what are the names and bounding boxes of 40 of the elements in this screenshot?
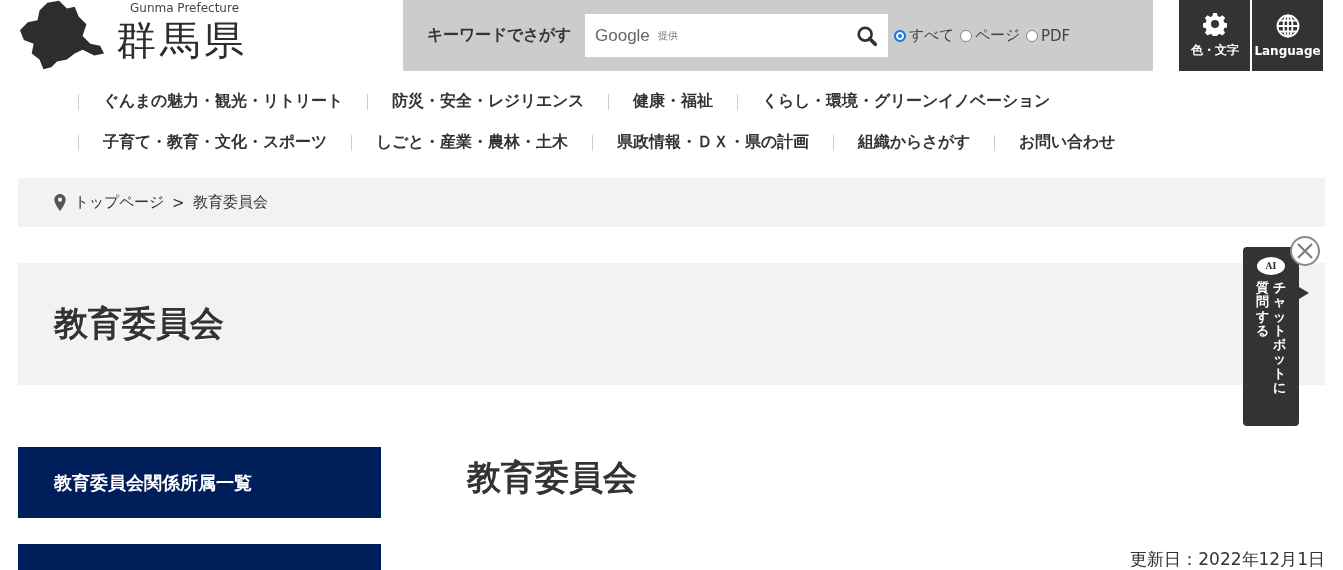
content-heading: 教育委員会 bbox=[467, 456, 638, 499]
tab-pointer bbox=[1299, 287, 1309, 299]
gear-icon bbox=[1202, 12, 1227, 36]
search-field[interactable]: Google 提供 bbox=[585, 14, 888, 57]
updated-date: 更新日：2022年12月1日 bbox=[1130, 548, 1325, 570]
radio-button[interactable] bbox=[960, 29, 972, 42]
prefecture-map-icon bbox=[18, 0, 106, 72]
radio-button[interactable] bbox=[894, 29, 906, 42]
nav-link[interactable]: 防災・安全・レジリエンス bbox=[368, 91, 608, 112]
chat-bubble-icon: AI bbox=[1257, 257, 1285, 275]
radio-label[interactable]: ページ bbox=[975, 26, 1020, 45]
search-label: キーワードでさがす bbox=[427, 25, 571, 46]
location-pin-icon bbox=[54, 194, 66, 211]
nav-link[interactable]: 組織からさがす bbox=[834, 132, 994, 153]
nav-link[interactable]: しごと・産業・農林・土木 bbox=[352, 132, 592, 153]
nav-link[interactable]: 健康・福祉 bbox=[609, 91, 737, 112]
google-label: Google bbox=[595, 25, 650, 46]
tool-button[interactable]: 色・文字 bbox=[1179, 0, 1250, 71]
logo-title[interactable]: 群馬県 bbox=[116, 16, 248, 64]
nav-link[interactable]: 子育て・教育・文化・スポーツ bbox=[79, 132, 351, 153]
current-page-label: 教育委員会 bbox=[192, 193, 268, 212]
close-button[interactable] bbox=[1289, 235, 1321, 267]
globe-icon bbox=[1275, 13, 1300, 38]
search-icon[interactable] bbox=[856, 24, 878, 47]
nav-link[interactable]: 県政情報・ＤＸ・県の計画 bbox=[593, 132, 833, 153]
sidebar-link[interactable]: 教育委員会関係所属一覧 bbox=[18, 447, 381, 518]
logo-subtitle: Gunma Prefecture bbox=[130, 0, 240, 16]
nav-link[interactable]: くらし・環境・グリーンイノベーション bbox=[738, 91, 1074, 112]
radio-label[interactable]: PDF bbox=[1041, 26, 1071, 45]
radio-label[interactable]: すべて bbox=[909, 26, 954, 45]
breadcrumb-separator: > bbox=[172, 193, 185, 212]
tool-button[interactable]: Language bbox=[1252, 0, 1323, 71]
provider-note: 提供 bbox=[657, 28, 678, 43]
chatbot-label: チャットボットに bbox=[1273, 281, 1286, 396]
nav-link[interactable]: お問い合わせ bbox=[995, 132, 1139, 153]
page-title: 教育委員会 bbox=[54, 302, 224, 345]
breadcrumb-link[interactable]: トップページ bbox=[74, 193, 164, 212]
chatbot-label: 質問する bbox=[1256, 281, 1269, 340]
nav-link[interactable]: ぐんまの魅力・観光・リトリート bbox=[79, 91, 367, 112]
radio-button[interactable] bbox=[1026, 29, 1038, 42]
